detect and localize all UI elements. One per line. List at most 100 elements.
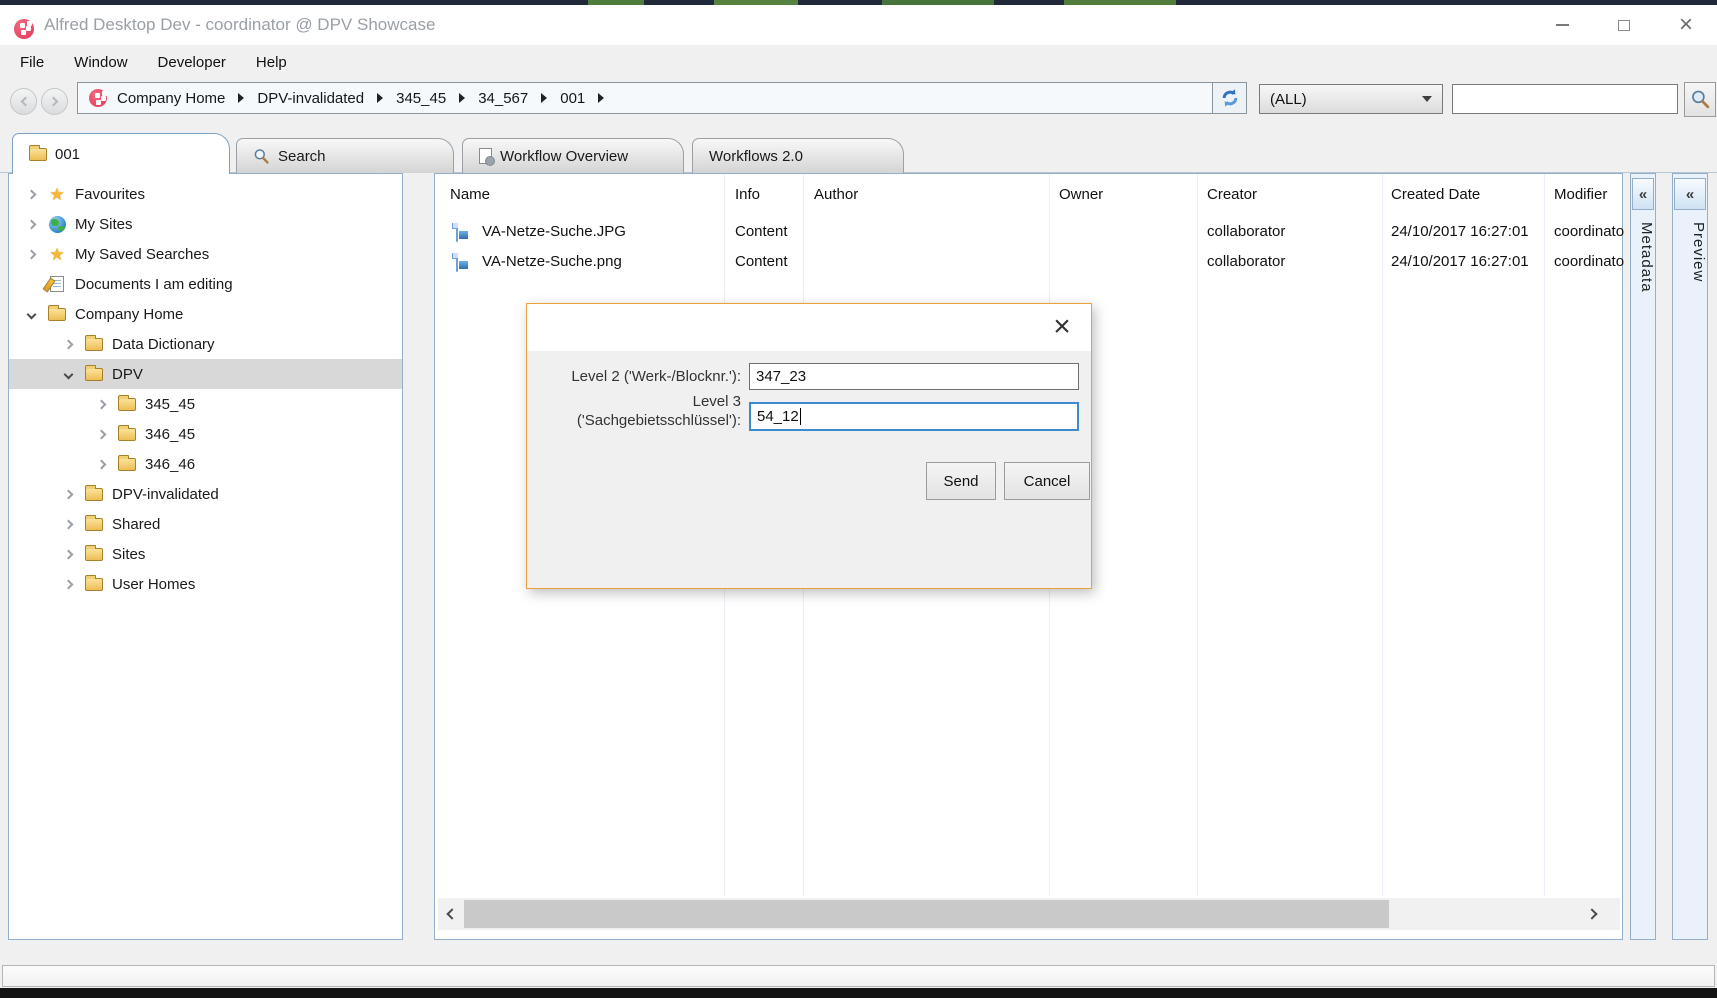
preview-panel-label[interactable]: Preview [1673, 222, 1707, 282]
tab-workflow-overview[interactable]: Workflow Overview [462, 138, 684, 173]
column-header-author[interactable]: Author [814, 186, 858, 203]
expand-metadata-button[interactable]: « [1632, 178, 1654, 210]
expander-icon[interactable] [60, 371, 76, 378]
tree-item-my-saved-searches[interactable]: ★ My Saved Searches [9, 239, 402, 269]
tree-item-346-46[interactable]: 346_46 [9, 449, 402, 479]
breadcrumb-item-dpv-invalidated[interactable]: DPV-invalidated [257, 90, 364, 107]
scroll-right-button[interactable] [1582, 898, 1606, 930]
column-header-modifier[interactable]: Modifier [1554, 186, 1607, 203]
breadcrumb-separator-icon [541, 93, 547, 103]
breadcrumb-item-345-45[interactable]: 345_45 [396, 90, 446, 107]
menu-window[interactable]: Window [74, 54, 127, 71]
maximize-button[interactable] [1593, 5, 1655, 45]
expander-icon[interactable] [93, 401, 109, 408]
horizontal-scrollbar[interactable] [438, 898, 1620, 930]
cell-name[interactable]: VA-Netze-Suche.png [482, 253, 622, 270]
menu-file[interactable]: File [20, 54, 44, 71]
folder-icon [83, 368, 105, 381]
tree-item-dpv[interactable]: DPV [9, 359, 402, 389]
cell-created-date: 24/10/2017 16:27:01 [1391, 223, 1529, 240]
send-button[interactable]: Send [926, 462, 996, 500]
breadcrumb-item-001[interactable]: 001 [560, 90, 585, 107]
breadcrumb-separator-icon [598, 93, 604, 103]
scroll-left-button[interactable] [438, 898, 462, 930]
menu-help[interactable]: Help [256, 54, 287, 71]
filter-dropdown-value: (ALL) [1270, 91, 1307, 108]
tree-item-345-45[interactable]: 345_45 [9, 389, 402, 419]
expander-icon[interactable] [23, 221, 39, 228]
expander-icon[interactable] [93, 431, 109, 438]
expander-icon[interactable] [23, 251, 39, 258]
menu-developer[interactable]: Developer [158, 54, 226, 71]
minimize-button[interactable] [1531, 5, 1593, 45]
column-header-owner[interactable]: Owner [1059, 186, 1103, 203]
column-header-name[interactable]: Name [450, 186, 490, 203]
level3-label: Level 3 ('Sachgebietsschlüssel'): [541, 392, 741, 430]
tree-item-company-home[interactable]: Company Home [9, 299, 402, 329]
tab-workflows-2[interactable]: Workflows 2.0 [692, 138, 904, 173]
tab-label: Workflow Overview [500, 148, 628, 165]
expand-preview-button[interactable]: « [1674, 178, 1706, 210]
cell-name[interactable]: VA-Netze-Suche.JPG [482, 223, 626, 240]
expander-icon[interactable] [93, 461, 109, 468]
metadata-panel-label[interactable]: Metadata [1631, 222, 1655, 293]
cancel-button[interactable]: Cancel [1004, 462, 1090, 500]
folder-icon [83, 338, 105, 351]
close-button[interactable]: × [1655, 5, 1717, 45]
search-button[interactable] [1684, 82, 1716, 117]
metadata-panel-collapsed[interactable]: « Metadata [1630, 173, 1656, 940]
navigation-tree: ★ Favourites My Sites ★ My Saved Searche… [8, 173, 403, 940]
image-file-icon [456, 224, 458, 241]
breadcrumb-item-34-567[interactable]: 34_567 [478, 90, 528, 107]
cell-modifier: coordinator [1554, 223, 1624, 240]
editing-document-icon [46, 276, 68, 292]
expander-icon[interactable] [60, 521, 76, 528]
breadcrumb-item-company-home[interactable]: Company Home [117, 90, 225, 107]
forward-button[interactable] [41, 88, 68, 115]
tab-search[interactable]: Search [236, 138, 454, 173]
search-input[interactable] [1452, 84, 1678, 114]
expander-icon[interactable] [23, 311, 39, 318]
back-button[interactable] [10, 88, 37, 115]
folder-icon [83, 578, 105, 591]
tree-item-shared[interactable]: Shared [9, 509, 402, 539]
tree-item-user-homes[interactable]: User Homes [9, 569, 402, 599]
tree-item-data-dictionary[interactable]: Data Dictionary [9, 329, 402, 359]
column-header-info[interactable]: Info [735, 186, 760, 203]
tab-001[interactable]: 001 [12, 133, 230, 174]
expander-icon[interactable] [60, 581, 76, 588]
tree-item-favourites[interactable]: ★ Favourites [9, 179, 402, 209]
tab-label: 001 [55, 146, 80, 163]
column-header-creator[interactable]: Creator [1207, 186, 1257, 203]
refresh-button[interactable] [1213, 82, 1247, 114]
tab-label: Workflows 2.0 [709, 148, 803, 165]
close-icon: × [1679, 15, 1693, 35]
search-icon [253, 148, 270, 165]
column-header-created-date[interactable]: Created Date [1391, 186, 1480, 203]
breadcrumb-separator-icon [377, 93, 383, 103]
expander-icon[interactable] [60, 491, 76, 498]
tree-item-346-45[interactable]: 346_45 [9, 419, 402, 449]
repository-icon [89, 89, 107, 107]
filter-dropdown[interactable]: (ALL) [1259, 84, 1443, 114]
tree-item-my-sites[interactable]: My Sites [9, 209, 402, 239]
scrollbar-thumb[interactable] [464, 900, 1389, 928]
level2-input[interactable] [749, 363, 1079, 390]
table-row[interactable]: VA-Netze-Suche.JPG Content collaborator … [435, 218, 1622, 248]
level3-input[interactable]: 54_12 [749, 402, 1079, 431]
cell-info: Content [735, 223, 788, 240]
tree-item-dpv-invalidated[interactable]: DPV-invalidated [9, 479, 402, 509]
level-input-dialog: × Level 2 ('Werk-/Blocknr.'): Level 3 ('… [526, 303, 1092, 589]
preview-panel-collapsed[interactable]: « Preview [1672, 173, 1708, 940]
table-row[interactable]: VA-Netze-Suche.png Content collaborator … [435, 248, 1622, 278]
dialog-close-button[interactable]: × [1045, 310, 1079, 344]
expander-icon[interactable] [60, 551, 76, 558]
breadcrumb[interactable]: Company Home DPV-invalidated 345_45 34_5… [77, 82, 1213, 114]
expander-icon[interactable] [23, 191, 39, 198]
tree-item-documents-i-am-editing[interactable]: Documents I am editing [9, 269, 402, 299]
expander-icon[interactable] [60, 341, 76, 348]
folder-icon [83, 548, 105, 561]
tree-item-sites[interactable]: Sites [9, 539, 402, 569]
search-icon [1690, 89, 1711, 110]
tab-label: Search [278, 148, 326, 165]
